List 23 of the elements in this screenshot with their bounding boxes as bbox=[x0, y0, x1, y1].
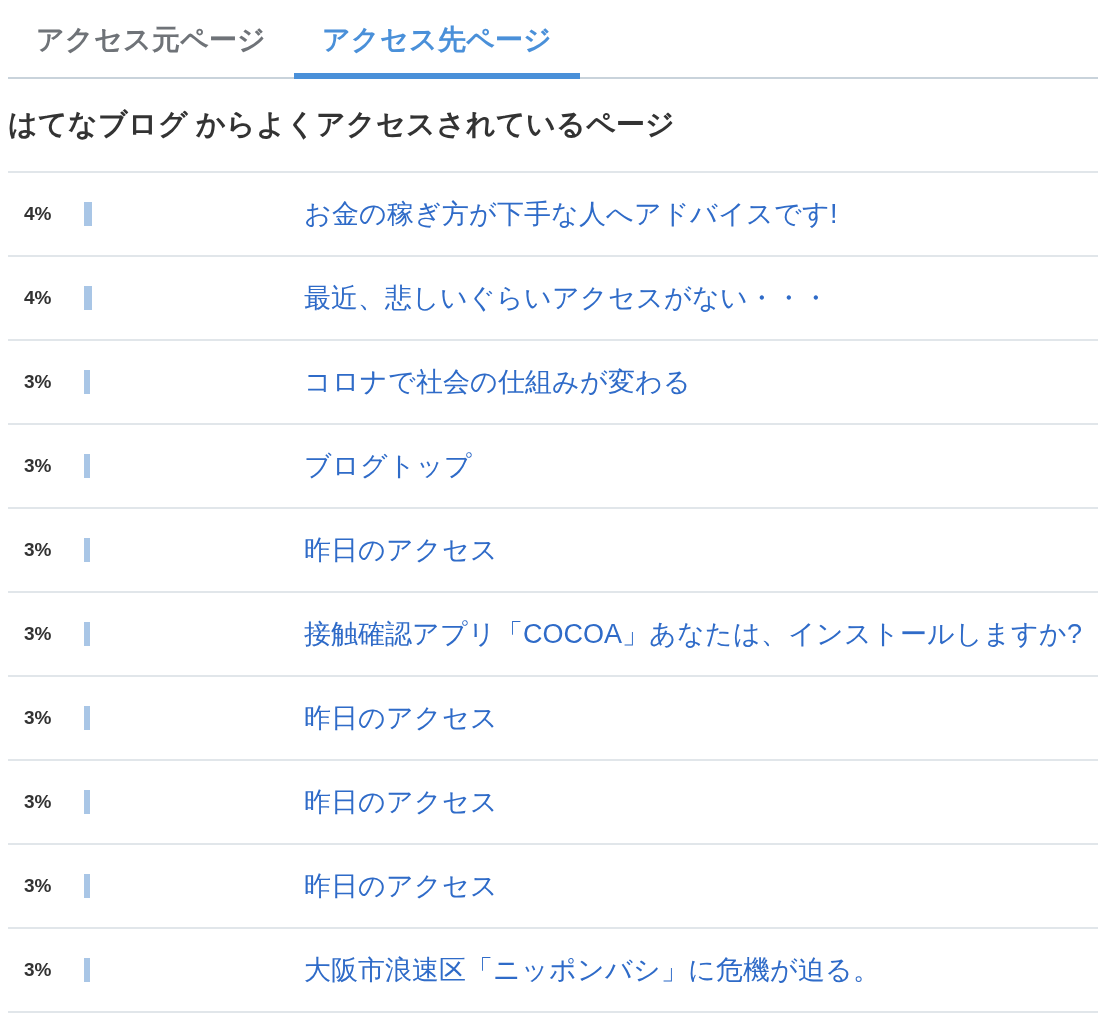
page-link[interactable]: 昨日のアクセス bbox=[304, 865, 498, 907]
page-link[interactable]: 昨日のアクセス bbox=[304, 781, 498, 823]
page-link[interactable]: 大阪市浪速区「ニッポンバシ」に危機が迫る。 bbox=[304, 949, 880, 991]
tab[interactable]: アクセス先ページ bbox=[294, 7, 580, 79]
page-link[interactable]: 昨日のアクセス bbox=[304, 529, 498, 571]
percent-label: 3% bbox=[24, 957, 53, 982]
percent-label: 3% bbox=[24, 621, 53, 646]
percent-label: 3% bbox=[24, 873, 53, 898]
percent-label: 3% bbox=[24, 453, 53, 478]
section-heading: はてなブログ からよくアクセスされているページ bbox=[8, 79, 1098, 173]
percent-label: 4% bbox=[24, 285, 53, 310]
page-link[interactable]: コロナで社会の仕組みが変わる bbox=[304, 361, 691, 403]
percent-label: 3% bbox=[24, 537, 53, 562]
percent-label: 4% bbox=[24, 201, 53, 226]
percent-label: 3% bbox=[24, 789, 53, 814]
page-link[interactable]: 接触確認アプリ「COCOA」あなたは、インストールしますか? bbox=[304, 613, 1083, 655]
percent-label: 3% bbox=[24, 705, 53, 730]
page-link[interactable]: 昨日のアクセス bbox=[304, 697, 498, 739]
tab[interactable]: アクセス元ページ bbox=[8, 7, 294, 79]
page-link[interactable]: お金の稼ぎ方が下手な人へアドバイスです! bbox=[304, 193, 838, 235]
page-link[interactable]: ブログトップ bbox=[304, 445, 472, 487]
percent-label: 3% bbox=[24, 369, 53, 394]
page-link[interactable]: 最近、悲しいぐらいアクセスがない・・・ bbox=[304, 277, 829, 319]
